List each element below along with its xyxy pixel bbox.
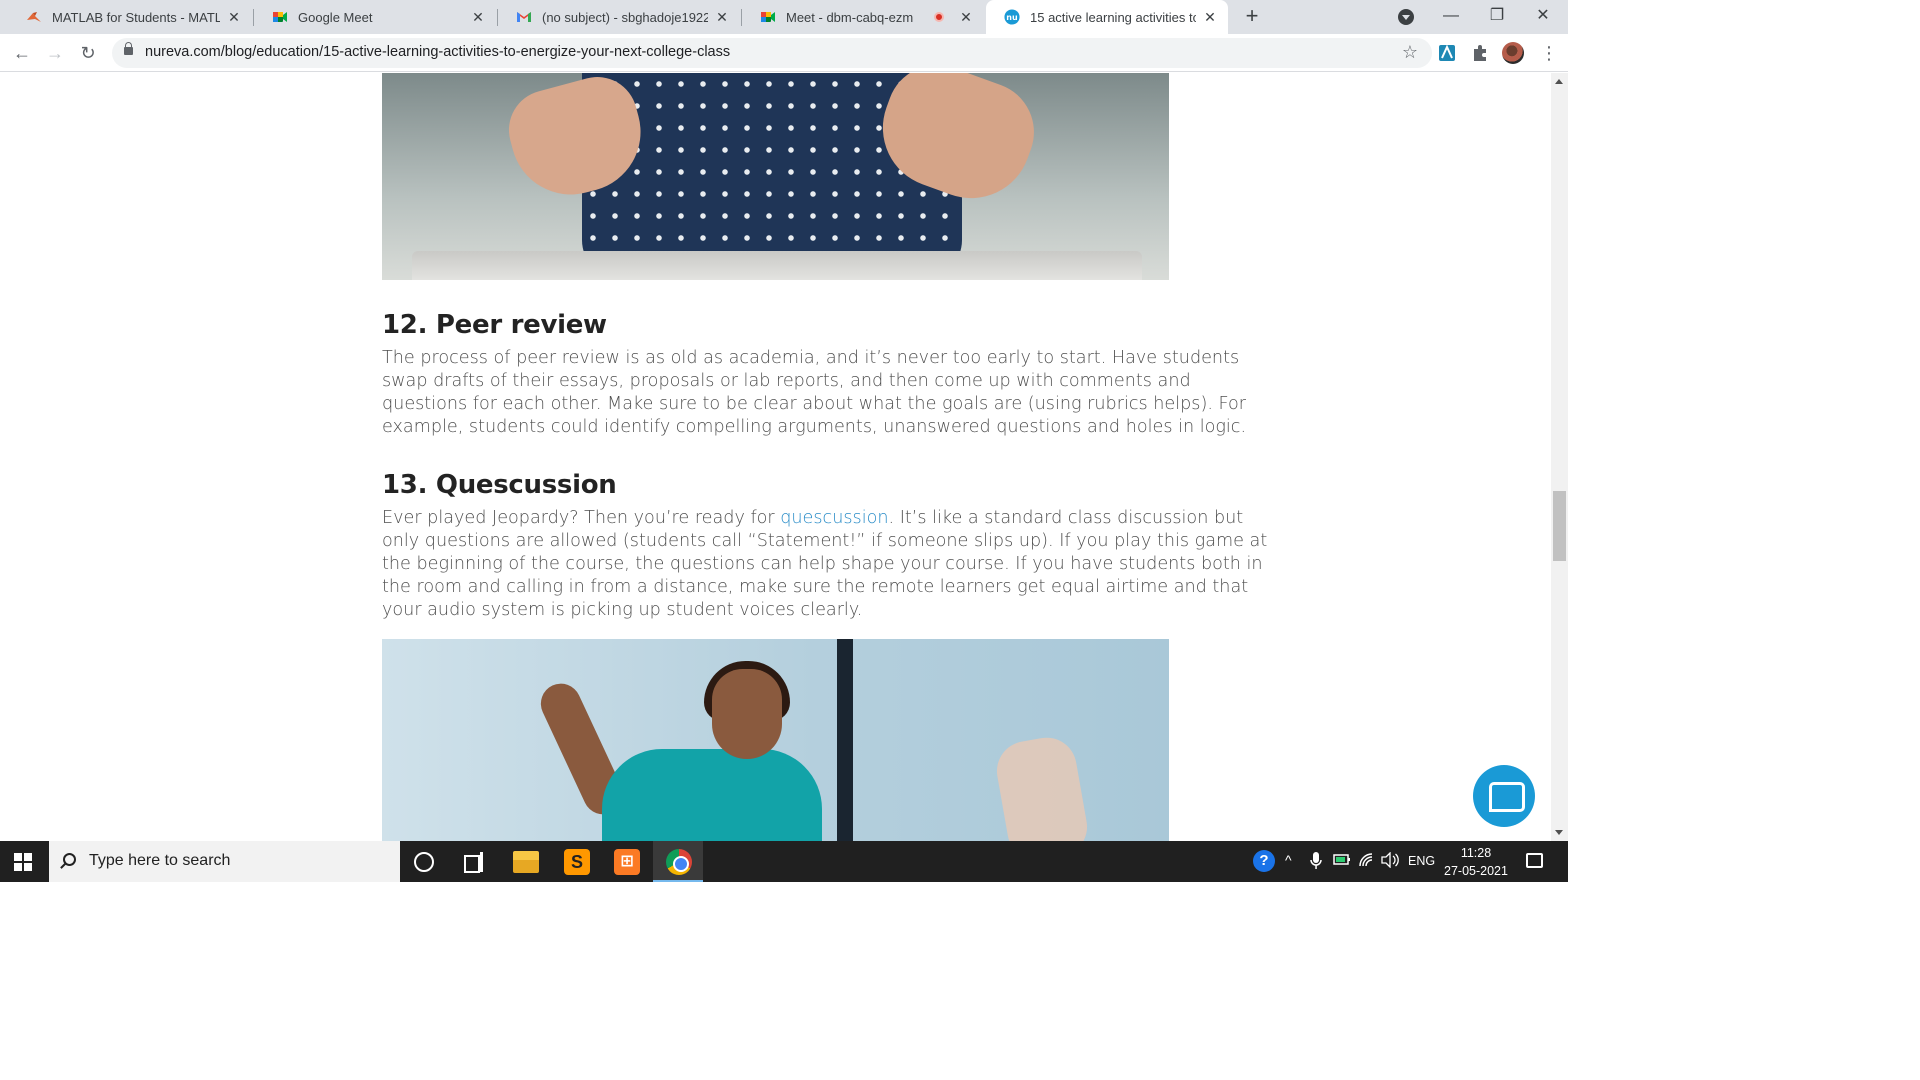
profile-avatar[interactable]: [1502, 42, 1524, 64]
clock[interactable]: 11:28 27-05-2021: [1440, 844, 1512, 880]
section-heading-quescussion: 13. Quescussion: [382, 470, 617, 500]
menu-dots-icon[interactable]: ⋮: [1540, 41, 1558, 65]
chrome-icon[interactable]: [666, 849, 692, 875]
taskbar-search-box[interactable]: Type here to search: [49, 841, 400, 882]
notification-icon[interactable]: [1526, 853, 1543, 868]
close-icon[interactable]: ✕: [1202, 9, 1218, 26]
text-line: The process of peer review is as old as …: [382, 348, 1240, 368]
text-line: the beginning of the course, the questio…: [382, 554, 1263, 574]
puzzle-extensions-icon[interactable]: [1470, 43, 1490, 63]
close-icon[interactable]: ✕: [226, 9, 242, 26]
close-window-button[interactable]: ✕: [1520, 0, 1566, 34]
page-content: 12. Peer review The process of peer revi…: [0, 73, 1551, 841]
scroll-down-arrow-icon[interactable]: [1555, 830, 1563, 835]
browser-tab-strip: MATLAB for Students - MATLAB & ✕ Google …: [0, 0, 1568, 34]
tab-title: Meet - dbm-cabq-ezm: [786, 9, 914, 25]
section-heading-peer-review: 12. Peer review: [382, 310, 607, 340]
peer-review-paragraph: The process of peer review is as old as …: [382, 347, 1247, 439]
text-line: only questions are allowed (students cal…: [382, 531, 1268, 551]
battery-icon[interactable]: [1333, 852, 1351, 869]
page-scrollbar[interactable]: [1551, 73, 1568, 841]
wifi-icon[interactable]: [1358, 852, 1374, 871]
search-placeholder: Type here to search: [89, 852, 231, 869]
text-line: swap drafts of their essays, proposals o…: [382, 371, 1191, 391]
browser-toolbar: ← → ↻ nureva.com/blog/education/15-activ…: [0, 34, 1568, 72]
tab-gmail[interactable]: (no subject) - sbghadoje1922192 ✕: [498, 0, 740, 34]
sublime-text-icon[interactable]: S: [564, 849, 590, 875]
tab-meet-call[interactable]: Meet - dbm-cabq-ezm ✕: [742, 0, 984, 34]
quescussion-link[interactable]: quescussion: [780, 508, 888, 528]
gmail-icon: [516, 9, 532, 25]
lock-icon[interactable]: [124, 42, 133, 55]
article-image-gesturing-hands: [382, 73, 1169, 280]
microphone-icon[interactable]: [1310, 852, 1322, 873]
tab-title: Google Meet: [298, 9, 373, 25]
chat-bubble-button[interactable]: [1473, 765, 1535, 827]
svg-text:nu: nu: [1006, 13, 1018, 22]
matlab-icon: [26, 9, 42, 25]
scrollbar-thumb[interactable]: [1553, 491, 1566, 561]
recording-icon: [934, 12, 944, 22]
search-icon: [63, 853, 76, 866]
clock-time: 11:28: [1460, 846, 1492, 860]
tab-nureva-active[interactable]: nu 15 active learning activities to en ✕: [986, 0, 1228, 34]
restore-button[interactable]: ❐: [1474, 0, 1520, 34]
google-meet-icon: [760, 9, 776, 25]
text-line: the room and calling in from a distance,…: [382, 577, 1249, 597]
close-icon[interactable]: ✕: [958, 9, 974, 26]
file-explorer-icon[interactable]: [513, 851, 539, 873]
xampp-icon[interactable]: ⊞: [614, 849, 640, 875]
nureva-icon: nu: [1004, 9, 1020, 25]
bookmark-star-icon[interactable]: ☆: [1402, 42, 1418, 63]
scroll-up-arrow-icon[interactable]: [1555, 79, 1563, 84]
quescussion-paragraph: Ever played Jeopardy? Then you’re ready …: [382, 507, 1268, 622]
minimize-button[interactable]: —: [1428, 0, 1474, 34]
volume-icon[interactable]: [1381, 851, 1399, 871]
task-view-icon[interactable]: [464, 852, 484, 873]
text-fragment: . It’s like a standard class discussion …: [888, 508, 1244, 528]
article-image-teacher-smiling: [382, 639, 1169, 841]
language-indicator[interactable]: ENG: [1408, 854, 1435, 868]
text-line: your audio system is picking up student …: [382, 600, 863, 620]
close-icon[interactable]: ✕: [470, 9, 486, 26]
tab-title: MATLAB for Students - MATLAB &: [52, 9, 220, 25]
tab-google-meet[interactable]: Google Meet ✕: [254, 0, 496, 34]
windows-start-icon[interactable]: [14, 853, 32, 871]
url-text[interactable]: nureva.com/blog/education/15-active-lear…: [145, 44, 730, 60]
windows-taskbar: Type here to search S ⊞ ? ^ ENG 11:28 27…: [0, 841, 1568, 882]
extension-icon[interactable]: [1437, 43, 1457, 63]
tab-matlab[interactable]: MATLAB for Students - MATLAB & ✕: [8, 0, 252, 34]
tab-search-icon[interactable]: [1398, 9, 1414, 25]
forward-arrow-icon[interactable]: →: [43, 41, 67, 65]
text-line: example, students could identify compell…: [382, 417, 1247, 437]
google-meet-icon: [272, 9, 288, 25]
clock-date: 27-05-2021: [1444, 864, 1508, 878]
cortana-icon[interactable]: [414, 852, 434, 872]
text-line: questions for each other. Make sure to b…: [382, 394, 1247, 414]
text-line: Ever played Jeopardy? Then you’re ready …: [382, 507, 1243, 530]
text-fragment: Ever played Jeopardy? Then you’re ready …: [382, 508, 781, 528]
tab-title: (no subject) - sbghadoje1922192: [542, 9, 708, 25]
address-bar[interactable]: nureva.com/blog/education/15-active-lear…: [112, 38, 1432, 68]
reload-icon[interactable]: ↻: [76, 41, 100, 65]
close-icon[interactable]: ✕: [714, 9, 730, 26]
help-icon[interactable]: ?: [1253, 850, 1275, 872]
chevron-up-icon[interactable]: ^: [1285, 852, 1292, 868]
new-tab-button[interactable]: +: [1240, 5, 1264, 29]
tab-title: 15 active learning activities to en: [1030, 9, 1196, 25]
back-arrow-icon[interactable]: ←: [10, 41, 34, 65]
